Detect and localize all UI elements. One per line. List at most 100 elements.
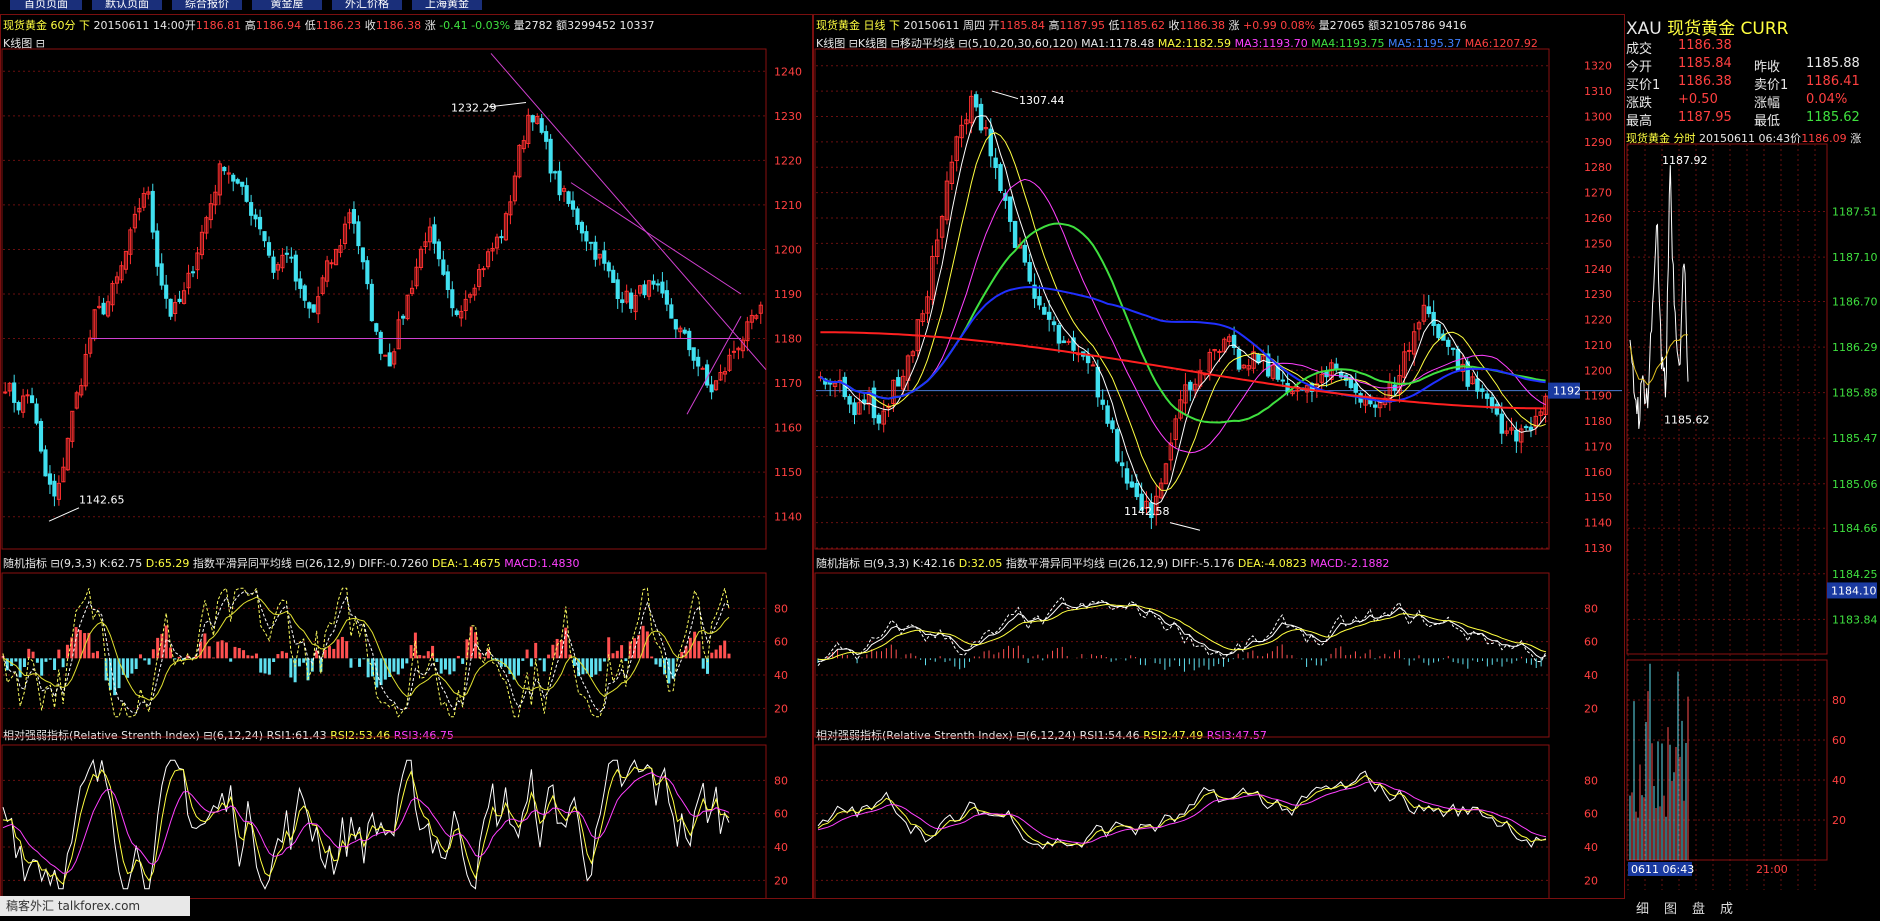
candle-body: [16, 402, 21, 411]
quote-row: 买价1 1186.38 卖价1 1186.41: [1626, 74, 1880, 93]
mid-y-tick: 1310: [1584, 85, 1612, 98]
candle-body: [3, 391, 8, 394]
candle-body: [696, 356, 701, 367]
candle-body: [1037, 296, 1042, 306]
nav-tab-default[interactable]: 默认页面: [92, 0, 162, 10]
candle-body: [378, 331, 383, 354]
candle-body: [602, 250, 607, 264]
quote-label: 涨幅: [1754, 96, 1781, 111]
mid-y-tick: 1270: [1584, 187, 1612, 200]
ma-line-4: [819, 222, 1546, 424]
mid-chart-svg: 1130 1140 1150 1160 1170 1180 1190 1200 1210 1220…: [814, 48, 1622, 898]
mid-y-tick: 1210: [1584, 339, 1612, 352]
candle-body: [298, 278, 303, 289]
candle-body: [369, 283, 374, 322]
candle-body: [1334, 363, 1339, 370]
candle-body: [47, 473, 53, 485]
candle-body: [588, 241, 593, 244]
tab-detail[interactable]: 细: [1636, 898, 1664, 917]
candle-body: [307, 302, 312, 309]
candle-body: [669, 304, 674, 319]
nav-tab-gold[interactable]: 黄金屋: [252, 0, 322, 10]
candle-body: [293, 254, 298, 282]
candle-body: [445, 271, 450, 291]
candle-body: [1475, 378, 1480, 392]
candle-body: [1431, 311, 1436, 327]
kdj-d-line: [2, 590, 730, 714]
high-annotation: 1232.29: [451, 101, 497, 114]
left-rsi-y-tick: 80: [774, 774, 788, 787]
candle-body: [1105, 405, 1110, 424]
tab-book[interactable]: 盘: [1692, 898, 1720, 917]
candle-body: [257, 216, 263, 230]
quote-value: 1185.62: [1806, 110, 1860, 125]
nav-tab-shanghai[interactable]: 上海黄金: [412, 0, 482, 10]
candle-body: [329, 262, 334, 265]
candle-body: [177, 298, 182, 303]
mid-rsi3-line: [817, 781, 1547, 844]
tab-chart[interactable]: 图: [1664, 898, 1692, 917]
quote-value: 1186.38: [1678, 74, 1732, 89]
left-y-tick: 1150: [774, 466, 802, 479]
left-y-tick: 1160: [774, 422, 802, 435]
nav-tab-home[interactable]: 首页页面: [10, 0, 82, 10]
top-navigation: 首页页面 默认页面 综合报价 黄金屋 外汇价格 上海黄金: [0, 0, 1880, 12]
quote-row: 今开 1185.84 昨收 1185.88: [1626, 56, 1880, 75]
candle-body: [593, 241, 598, 260]
tab-trades[interactable]: 成: [1720, 898, 1748, 917]
left-y-tick: 1180: [774, 333, 802, 346]
trend-line: [490, 53, 767, 371]
candle-body: [235, 179, 240, 184]
candle-body: [155, 230, 160, 267]
mid-y-tick: 1180: [1584, 415, 1612, 428]
mid-y-tick: 1130: [1584, 542, 1612, 555]
left-y-tick: 1240: [774, 65, 802, 78]
quote-label: 涨跌: [1626, 96, 1653, 111]
quote-row: 涨跌 +0.50 涨幅 0.04%: [1626, 92, 1880, 111]
left-chart-panel[interactable]: 现货黄金 60分 下 20150611 14:00开1186.81 高1186.…: [0, 14, 813, 899]
candle-body: [168, 298, 173, 317]
trend-line: [570, 182, 742, 295]
candle-body: [101, 302, 106, 315]
candle-body: [164, 284, 169, 299]
candle-body: [34, 403, 39, 424]
candle-body: [249, 202, 254, 216]
low-annotation: 1142.65: [79, 493, 125, 506]
intraday-y-tick: 1187.51: [1832, 206, 1878, 219]
candle-body: [876, 414, 882, 424]
intraday-y-tick: 1185.47: [1832, 432, 1878, 445]
candle-body: [1061, 340, 1066, 344]
candle-body: [43, 449, 48, 477]
trend-line: [686, 316, 742, 415]
mid-y-tick: 1290: [1584, 136, 1612, 149]
candle-body: [539, 118, 544, 133]
mid-y-tick: 1160: [1584, 466, 1612, 479]
ma-line-3: [820, 178, 1546, 454]
candle-body: [150, 190, 155, 233]
candle-body: [262, 231, 267, 242]
mid-y-tick: 1230: [1584, 288, 1612, 301]
left-y-tick: 1210: [774, 199, 802, 212]
candle-body: [544, 131, 549, 142]
candle-body: [584, 231, 589, 242]
quote-table: 成交 1186.38 今开 1185.84 昨收 1185.88 买价1 1186.38 卖…: [1626, 38, 1880, 129]
mid-chart-panel[interactable]: 现货黄金 日线 下 20150611 周四 开1185.84 高1187.95 …: [813, 14, 1625, 899]
candle-body: [709, 384, 714, 393]
candle-body: [664, 290, 669, 305]
mid-y-tick: 1280: [1584, 161, 1612, 174]
nav-tab-forex[interactable]: 外汇价格: [332, 0, 402, 10]
left-kdj-y-tick: 60: [774, 636, 788, 649]
candle-body: [579, 221, 585, 234]
nav-tab-quotes[interactable]: 综合报价: [172, 0, 242, 10]
candle-body: [1095, 366, 1101, 398]
candle-body: [575, 208, 580, 225]
candle-body: [687, 330, 692, 351]
candle-body: [731, 350, 737, 353]
mid-y-tick: 1140: [1584, 517, 1612, 530]
candle-body: [360, 247, 365, 263]
rsi1-line: [2, 758, 730, 890]
intraday-vol-tick: 40: [1832, 774, 1846, 787]
right-title: XAU 现货黄金 CURR: [1626, 14, 1788, 39]
candle-body: [1090, 364, 1096, 367]
candle-body: [1484, 393, 1490, 399]
